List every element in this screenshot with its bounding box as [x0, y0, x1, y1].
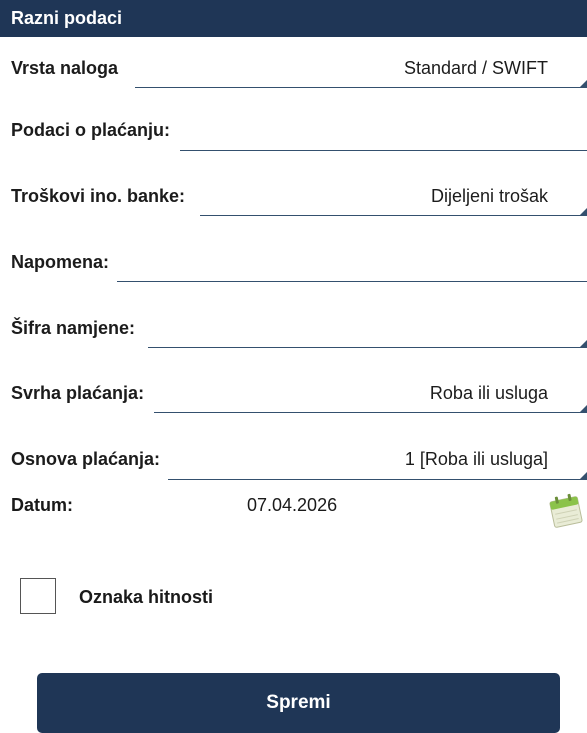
field-sifra-namjene[interactable]: Šifra namjene:: [0, 298, 587, 360]
date-value[interactable]: 07.04.2026: [247, 495, 337, 516]
dropdown-corner-icon: [579, 80, 587, 88]
field-label: Troškovi ino. banke:: [11, 186, 186, 206]
field-svrha-placanja[interactable]: Svrha plaćanja: Roba ili usluga: [0, 363, 587, 425]
date-label: Datum:: [11, 495, 73, 515]
save-button[interactable]: Spremi: [37, 673, 560, 733]
dropdown-corner-icon: [579, 340, 587, 348]
section-title: Razni podaci: [11, 8, 123, 28]
calendar-icon[interactable]: [548, 490, 584, 530]
section-header: Razni podaci: [0, 0, 587, 37]
field-label: Svrha plaćanja:: [11, 383, 145, 403]
field-podaci-o-placanju[interactable]: Podaci o plaćanju:: [0, 99, 587, 161]
field-underline: [200, 215, 587, 216]
urgency-option: Oznaka hitnosti: [0, 570, 587, 624]
field-value[interactable]: Roba ili usluga: [430, 383, 548, 404]
urgency-checkbox[interactable]: [20, 578, 56, 614]
field-underline: [154, 412, 587, 413]
field-napomena[interactable]: Napomena:: [0, 232, 587, 294]
field-underline: [148, 347, 587, 348]
dropdown-corner-icon: [579, 405, 587, 413]
urgency-label: Oznaka hitnosti: [79, 587, 214, 607]
dropdown-corner-icon: [579, 208, 587, 216]
field-vrsta-naloga[interactable]: Vrsta naloga Standard / SWIFT: [0, 37, 587, 99]
field-value[interactable]: 1 [Roba ili usluga]: [405, 449, 548, 470]
field-underline: [117, 281, 587, 282]
field-label: Podaci o plaćanju:: [11, 120, 171, 140]
field-label: Vrsta naloga: [11, 58, 119, 78]
field-underline: [135, 87, 587, 88]
date-field: Datum: 07.04.2026: [0, 480, 587, 540]
field-label: Šifra namjene:: [11, 318, 136, 338]
dropdown-corner-icon: [579, 472, 587, 480]
field-value[interactable]: Standard / SWIFT: [404, 58, 548, 79]
field-troskovi-ino-banke[interactable]: Troškovi ino. banke: Dijeljeni trošak: [0, 166, 587, 228]
field-value[interactable]: Dijeljeni trošak: [431, 186, 548, 207]
field-label: Osnova plaćanja:: [11, 449, 161, 469]
field-label: Napomena:: [11, 252, 110, 272]
field-underline: [180, 150, 587, 151]
